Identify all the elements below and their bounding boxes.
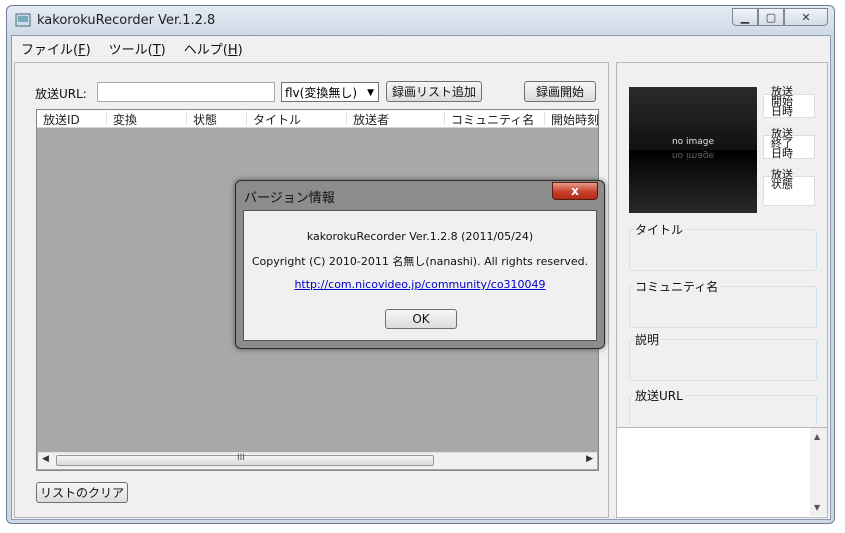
minimize-icon: ▁ [740, 10, 750, 24]
dialog-body: kakorokuRecorder Ver.1.2.8 (2011/05/24) … [243, 210, 597, 341]
menu-bar: ファイル(F) ツール(T) ヘルプ(H) [12, 36, 830, 60]
horizontal-scrollbar[interactable]: ◀ III ▶ [38, 452, 597, 469]
minimize-button[interactable]: ▁ [732, 8, 758, 26]
column-header-status[interactable]: 状態 [187, 111, 247, 127]
broadcast-end-label: 放送終了日時 [771, 127, 793, 160]
title-bar[interactable]: kakorokuRecorder Ver.1.2.8 ▁ ▢ ✕ [7, 6, 834, 35]
dialog-title: バージョン情報 [244, 191, 335, 206]
scroll-left-icon[interactable]: ◀ [42, 454, 49, 464]
app-icon [15, 13, 31, 27]
clear-list-button[interactable]: リストのクリア [36, 482, 128, 503]
right-panel: no image no image 放送開始日時 放送終了日時 放送状態 タイト… [616, 62, 828, 518]
menu-tools[interactable]: ツール(T) [100, 39, 175, 58]
column-header-id[interactable]: 放送ID [37, 111, 107, 127]
chevron-down-icon: ▼ [367, 88, 374, 98]
url-input[interactable] [97, 82, 275, 102]
url-group-label: 放送URL [633, 387, 685, 404]
scroll-thumb[interactable]: III [56, 453, 434, 466]
version-text: kakorokuRecorder Ver.1.2.8 (2011/05/24) [306, 230, 534, 243]
column-header-start-time[interactable]: 開始時刻 [545, 111, 598, 127]
column-header-title[interactable]: タイトル [247, 111, 347, 127]
vertical-scrollbar[interactable]: ▲ ▼ [810, 428, 827, 516]
close-button[interactable]: ✕ [784, 8, 828, 26]
close-icon: x [571, 184, 579, 198]
window-title: kakorokuRecorder Ver.1.2.8 [37, 13, 216, 28]
column-header-convert[interactable]: 変換 [107, 111, 187, 127]
column-header-broadcaster[interactable]: 放送者 [347, 111, 445, 127]
version-dialog: バージョン情報 x kakorokuRecorder Ver.1.2.8 (20… [235, 180, 605, 349]
thumbnail-image: no image no image [629, 87, 757, 213]
log-textarea[interactable]: ▲ ▼ [617, 427, 827, 517]
menu-file[interactable]: ファイル(F) [12, 39, 100, 58]
url-label: 放送URL: [35, 87, 87, 101]
scroll-up-icon[interactable]: ▲ [814, 432, 820, 441]
copyright-text: Copyright (C) 2010-2011 名無し(nanashi). Al… [251, 255, 589, 268]
menu-help[interactable]: ヘルプ(H) [175, 39, 252, 58]
community-link[interactable]: http://com.nicovideo.jp/community/co3100… [294, 278, 545, 291]
add-list-button[interactable]: 録画リスト追加 [386, 81, 482, 102]
format-select[interactable]: flv(変換無し) ▼ [281, 82, 379, 102]
list-header: 放送ID 変換 状態 タイトル 放送者 コミュニティ名 開始時刻 [37, 110, 598, 128]
title-group-label: タイトル [633, 221, 686, 238]
close-icon: ✕ [801, 10, 811, 24]
ok-button[interactable]: OK [385, 309, 457, 329]
community-group-label: コミュニティ名 [633, 278, 721, 295]
scroll-right-icon[interactable]: ▶ [586, 454, 593, 464]
maximize-icon: ▢ [765, 10, 777, 24]
maximize-button[interactable]: ▢ [758, 8, 784, 26]
start-recording-button[interactable]: 録画開始 [524, 81, 596, 102]
column-header-community[interactable]: コミュニティ名 [445, 111, 545, 127]
description-group-label: 説明 [633, 331, 662, 348]
dialog-close-button[interactable]: x [552, 182, 598, 200]
broadcast-start-label: 放送開始日時 [771, 85, 793, 118]
scroll-down-icon[interactable]: ▼ [814, 503, 820, 512]
broadcast-status-label: 放送状態 [771, 168, 793, 191]
